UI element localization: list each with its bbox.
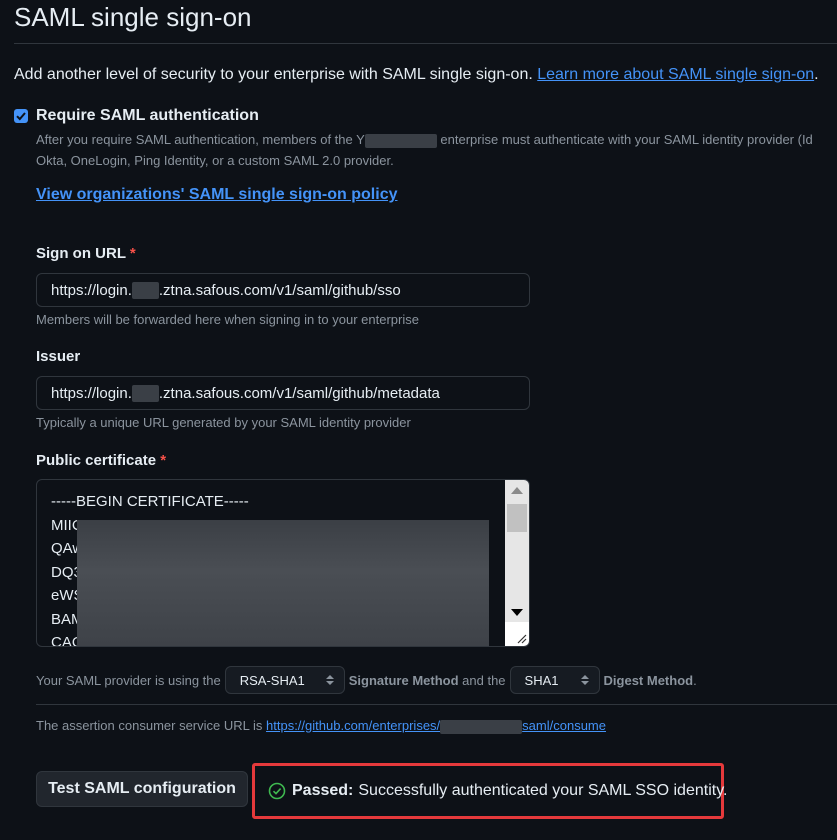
test-saml-configuration-button[interactable]: Test SAML configuration — [36, 771, 248, 807]
desc-part2: enterprise must authenticate with your S… — [440, 132, 813, 147]
select-arrows-icon — [325, 675, 334, 685]
acs-url-prefix: https://github.com/enterprises/ — [266, 718, 441, 733]
scroll-thumb[interactable] — [507, 504, 527, 532]
require-saml-description: After you require SAML authentication, m… — [36, 129, 837, 171]
intro-description: Add another level of security to your en… — [14, 66, 533, 83]
select-arrows-icon — [580, 675, 589, 685]
result-status: Passed: — [292, 782, 354, 799]
public-certificate-label-text: Public certificate — [36, 452, 157, 469]
sign-on-url-help: Members will be forwarded here when sign… — [36, 312, 419, 327]
issuer-input[interactable]: https://login. .ztna.safous.com/v1/saml/g… — [36, 376, 530, 410]
signature-method-label: Signature Method — [348, 672, 459, 688]
result-text: Successfully authenticated your SAML SSO… — [358, 782, 728, 799]
signature-text-1: Your SAML provider is using the — [36, 672, 221, 688]
acs-url-suffix: saml/consume — [522, 718, 606, 733]
acs-text: The assertion consumer service URL is — [36, 718, 263, 733]
sign-on-url-suffix: .ztna.safous.com/v1/saml/github/sso — [158, 281, 401, 299]
required-marker: * — [129, 245, 136, 262]
resize-grip-icon — [517, 634, 527, 644]
public-certificate-label: Public certificate * — [36, 452, 166, 469]
public-certificate-textarea[interactable]: -----BEGIN CERTIFICATE----- MIIC QAw DQ3… — [36, 479, 530, 647]
redacted-enterprise-slug — [440, 719, 523, 734]
sign-on-url-label: Sign on URL * — [36, 245, 136, 262]
signature-method-value: RSA-SHA1 — [239, 672, 305, 688]
test-result-message: Passed: Successfully authenticated your … — [252, 763, 728, 819]
intro-period: . — [814, 66, 819, 83]
redacted-certificate-content — [77, 520, 489, 646]
redacted-tenant — [131, 384, 159, 402]
signature-period: . — [693, 672, 697, 688]
digest-method-select[interactable]: SHA1 — [509, 666, 600, 694]
cert-line: -----BEGIN CERTIFICATE----- — [51, 493, 249, 510]
sign-on-url-prefix: https://login. — [51, 281, 132, 299]
issuer-label: Issuer — [36, 348, 81, 365]
scroll-up-arrow-icon[interactable] — [511, 487, 523, 494]
page-title: SAML single sign-on — [14, 2, 252, 32]
digest-method-value: SHA1 — [524, 672, 559, 688]
check-circle-icon — [268, 782, 286, 800]
require-saml-row[interactable]: Require SAML authentication — [14, 106, 259, 126]
acs-url-link[interactable]: https://github.com/enterprises/saml/cons… — [266, 718, 606, 734]
redacted-enterprise-name — [364, 133, 437, 148]
sign-on-url-label-text: Sign on URL — [36, 245, 126, 262]
issuer-suffix: .ztna.safous.com/v1/saml/github/metadata — [158, 384, 440, 402]
scroll-down-arrow-icon[interactable] — [511, 609, 523, 616]
checkmark-icon — [16, 112, 26, 121]
acs-url-row: The assertion consumer service URL is ht… — [36, 718, 606, 734]
issuer-help: Typically a unique URL generated by your… — [36, 415, 411, 430]
intro-text: Add another level of security to your en… — [14, 65, 819, 85]
require-saml-label[interactable]: Require SAML authentication — [36, 107, 259, 125]
signature-text-and: and the — [462, 672, 506, 688]
learn-more-link[interactable]: Learn more about SAML single sign-on — [537, 66, 814, 83]
desc-line2: Okta, OneLogin, Ping Identity, or a cust… — [36, 153, 394, 168]
require-saml-checkbox[interactable] — [14, 109, 28, 123]
desc-part1: After you require SAML authentication, m… — [36, 132, 365, 147]
view-policy-link[interactable]: View organizations' SAML single sign-on … — [36, 186, 397, 204]
redacted-tenant — [131, 281, 159, 299]
signature-row: Your SAML provider is using the RSA-SHA1… — [36, 665, 697, 695]
required-marker: * — [160, 452, 167, 469]
certificate-scrollbar[interactable] — [505, 480, 529, 622]
digest-method-label: Digest Method — [603, 672, 694, 688]
section-divider — [36, 704, 837, 705]
signature-method-select[interactable]: RSA-SHA1 — [224, 666, 345, 694]
resize-handle[interactable] — [505, 622, 529, 646]
issuer-prefix: https://login. — [51, 384, 132, 402]
title-divider — [14, 43, 837, 44]
sign-on-url-input[interactable]: https://login. .ztna.safous.com/v1/saml/g… — [36, 273, 530, 307]
